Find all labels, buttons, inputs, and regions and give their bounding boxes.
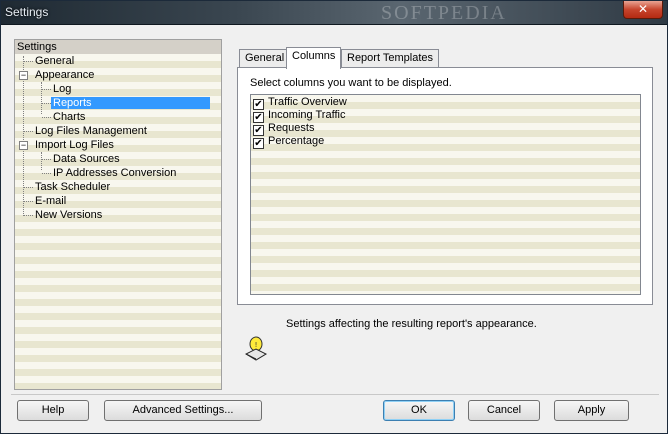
collapse-icon[interactable]: −: [19, 141, 28, 150]
tree-item-ip-addresses-conversion[interactable]: IP Addresses Conversion: [51, 166, 178, 180]
tree-root-label: Settings: [17, 41, 57, 53]
tree-line: [42, 159, 51, 160]
tree-item-label: Task Scheduler: [35, 181, 111, 193]
tree-item-charts[interactable]: Charts: [51, 110, 87, 124]
tree-line: [24, 201, 33, 202]
tree-item-general[interactable]: General: [33, 54, 76, 68]
columns-list[interactable]: ✔ Traffic Overview ✔ Incoming Traffic ✔ Req…: [250, 94, 641, 295]
column-label: Incoming Traffic: [268, 109, 346, 121]
info-text: Settings affecting the resulting report'…: [286, 318, 537, 330]
tree-item-label: General: [35, 55, 75, 67]
tree-line: [23, 56, 24, 216]
column-label: Traffic Overview: [268, 96, 347, 108]
list-item[interactable]: ✔ Traffic Overview: [253, 96, 347, 110]
settings-tree[interactable]: Settings General − Appearance Log Report…: [14, 39, 222, 390]
tree-root-settings[interactable]: Settings: [15, 40, 221, 54]
columns-description: Select columns you want to be displayed.: [250, 77, 452, 89]
title-bar[interactable]: Settings SOFTPEDIA ✕: [1, 1, 667, 25]
tree-line: [24, 187, 33, 188]
advanced-settings-button[interactable]: Advanced Settings...: [104, 400, 262, 421]
tree-item-email[interactable]: E-mail: [33, 194, 68, 208]
tree-item-label: Log: [53, 83, 72, 95]
tree-item-label: IP Addresses Conversion: [53, 167, 177, 179]
ok-button[interactable]: OK: [383, 400, 455, 421]
cancel-button[interactable]: Cancel: [468, 400, 540, 421]
tree-item-log[interactable]: Log: [51, 82, 73, 96]
tree-item-new-versions[interactable]: New Versions: [33, 208, 104, 222]
column-label: Percentage: [268, 135, 325, 147]
tree-item-appearance[interactable]: Appearance: [33, 68, 96, 82]
tree-item-label: Reports: [51, 97, 210, 109]
tree-item-label: Data Sources: [53, 153, 120, 165]
tree-line: [24, 61, 33, 62]
tab-columns[interactable]: Columns: [286, 47, 342, 69]
tab-general[interactable]: General: [239, 49, 291, 68]
tab-label: Columns: [292, 50, 336, 62]
collapse-icon[interactable]: −: [19, 71, 28, 80]
tree-line: [41, 82, 42, 114]
tree-item-label: Import Log Files: [35, 139, 114, 151]
divider: [11, 394, 659, 395]
tab-report-templates[interactable]: Report Templates: [341, 49, 440, 68]
tree-line: [41, 152, 42, 170]
tree-item-label: Log Files Management: [35, 125, 147, 137]
check-icon[interactable]: ✔: [253, 138, 264, 149]
tab-label: Report Templates: [347, 52, 434, 64]
tree-line: [42, 173, 51, 174]
tree-item-log-files-management[interactable]: Log Files Management: [33, 124, 149, 138]
tree-item-task-scheduler[interactable]: Task Scheduler: [33, 180, 112, 194]
tree-item-reports[interactable]: Reports: [51, 96, 210, 110]
lightbulb-icon: !: [243, 334, 269, 362]
close-icon: ✕: [637, 2, 649, 16]
settings-window: Settings SOFTPEDIA ✕ Settings General − …: [0, 0, 668, 434]
tree-line: [42, 89, 51, 90]
tree-line: [42, 103, 51, 104]
tree-item-label: Charts: [53, 111, 86, 123]
column-label: Requests: [268, 122, 315, 134]
apply-button[interactable]: Apply: [554, 400, 629, 421]
tree-line: [42, 117, 51, 118]
watermark: SOFTPEDIA: [381, 2, 507, 24]
tree-item-label: E-mail: [35, 195, 67, 207]
list-item[interactable]: ✔ Requests: [253, 122, 315, 136]
columns-tab-panel: Select columns you want to be displayed.…: [237, 67, 653, 305]
tree-item-label: New Versions: [35, 209, 103, 221]
tab-label: General: [245, 52, 285, 64]
tree-item-label: Appearance: [35, 69, 95, 81]
tree-item-import-log-files[interactable]: Import Log Files: [33, 138, 116, 152]
list-item[interactable]: ✔ Percentage: [253, 135, 325, 149]
list-item[interactable]: ✔ Incoming Traffic: [253, 109, 346, 123]
window-title: Settings: [5, 5, 49, 19]
tree-line: [24, 215, 33, 216]
tree-line: [24, 131, 33, 132]
close-button[interactable]: ✕: [623, 1, 663, 19]
help-button[interactable]: Help: [17, 400, 89, 421]
tree-item-data-sources[interactable]: Data Sources: [51, 152, 122, 166]
svg-text:!: !: [255, 341, 258, 349]
